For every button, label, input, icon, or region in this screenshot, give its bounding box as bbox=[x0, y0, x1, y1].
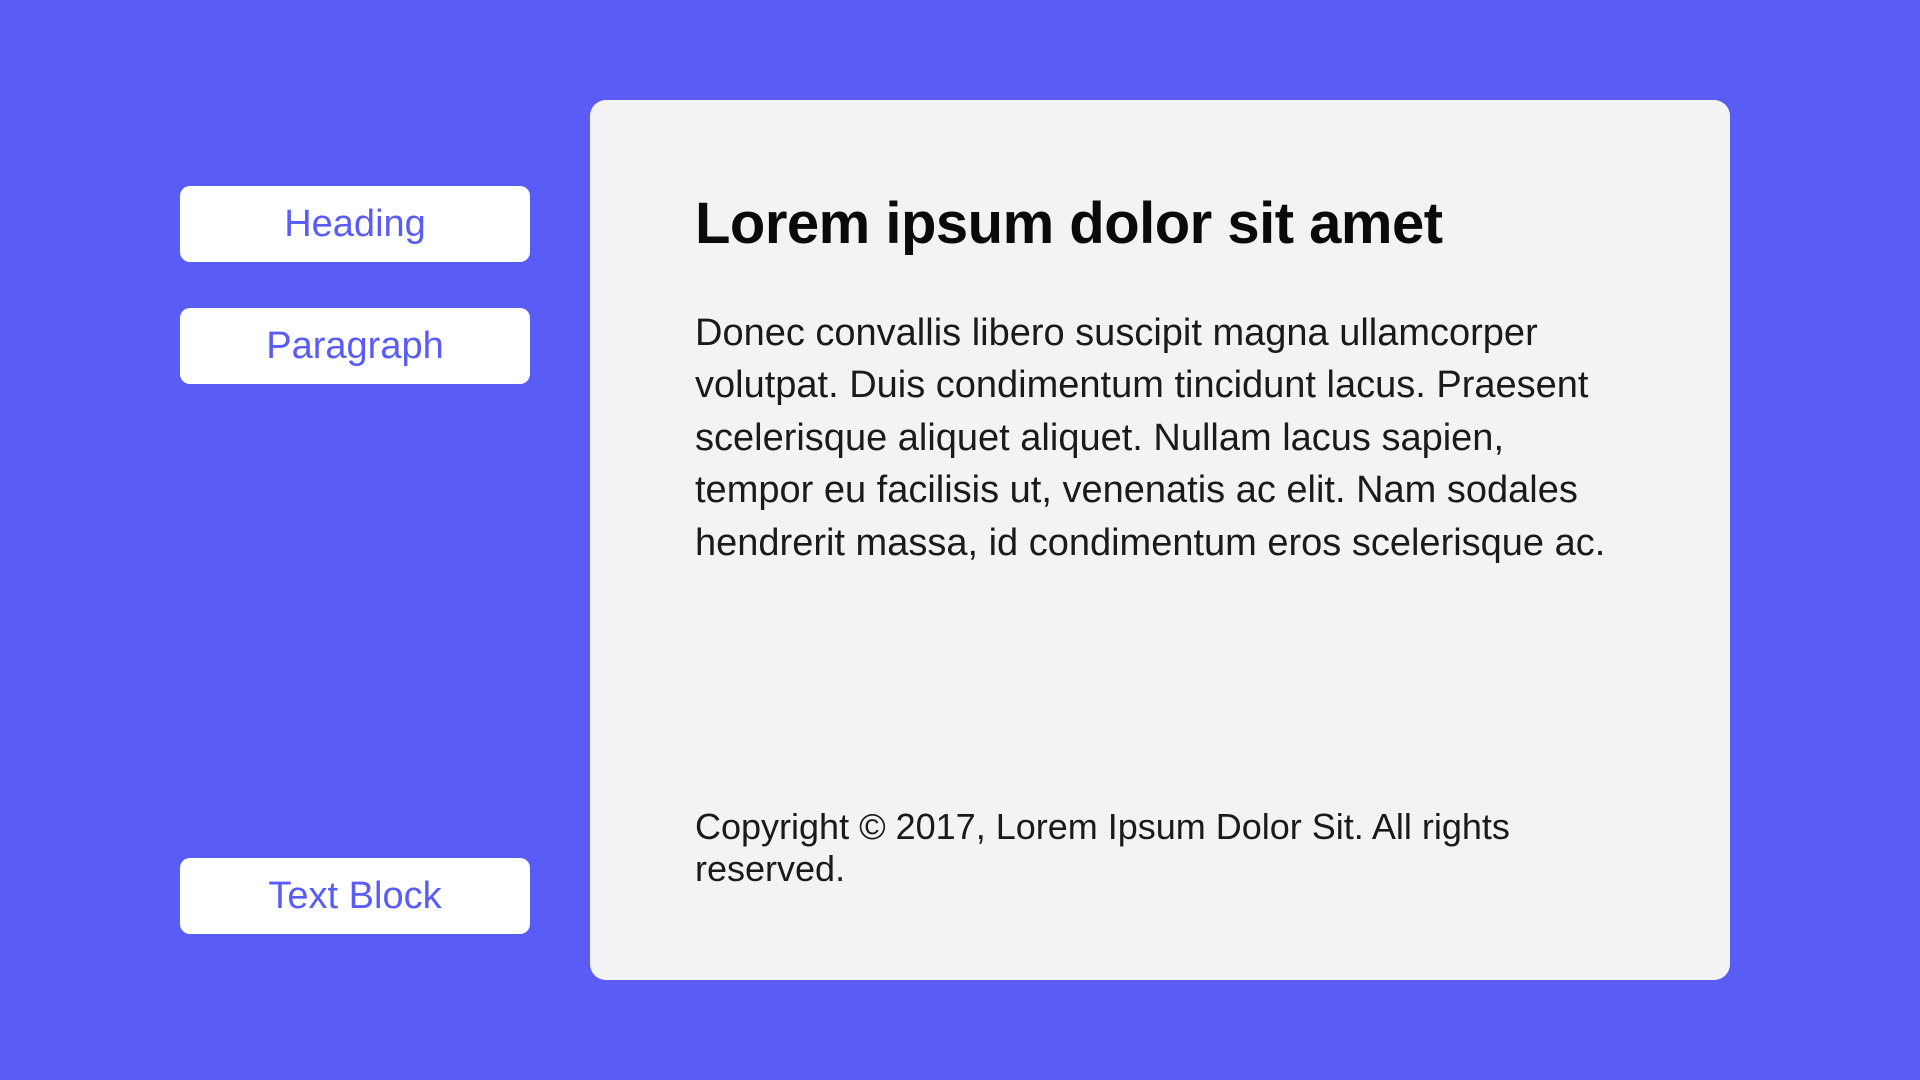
heading-block-button[interactable]: Heading bbox=[180, 186, 530, 262]
content-paragraph[interactable]: Donec convallis libero suscipit magna ul… bbox=[695, 307, 1625, 569]
paragraph-block-label: Paragraph bbox=[266, 325, 443, 368]
editor-layout: Heading Paragraph Text Block Lorem ipsum… bbox=[0, 0, 1920, 1080]
sidebar-bottom-group: Text Block bbox=[180, 858, 530, 934]
content-card: Lorem ipsum dolor sit amet Donec convall… bbox=[590, 100, 1730, 980]
sidebar: Heading Paragraph Text Block bbox=[180, 100, 530, 980]
content-heading[interactable]: Lorem ipsum dolor sit amet bbox=[695, 190, 1625, 257]
text-block-label: Text Block bbox=[268, 875, 441, 918]
content-footer[interactable]: Copyright © 2017, Lorem Ipsum Dolor Sit.… bbox=[695, 806, 1625, 890]
paragraph-block-button[interactable]: Paragraph bbox=[180, 308, 530, 384]
text-block-button[interactable]: Text Block bbox=[180, 858, 530, 934]
sidebar-top-group: Heading Paragraph bbox=[180, 186, 530, 384]
heading-block-label: Heading bbox=[284, 203, 426, 246]
